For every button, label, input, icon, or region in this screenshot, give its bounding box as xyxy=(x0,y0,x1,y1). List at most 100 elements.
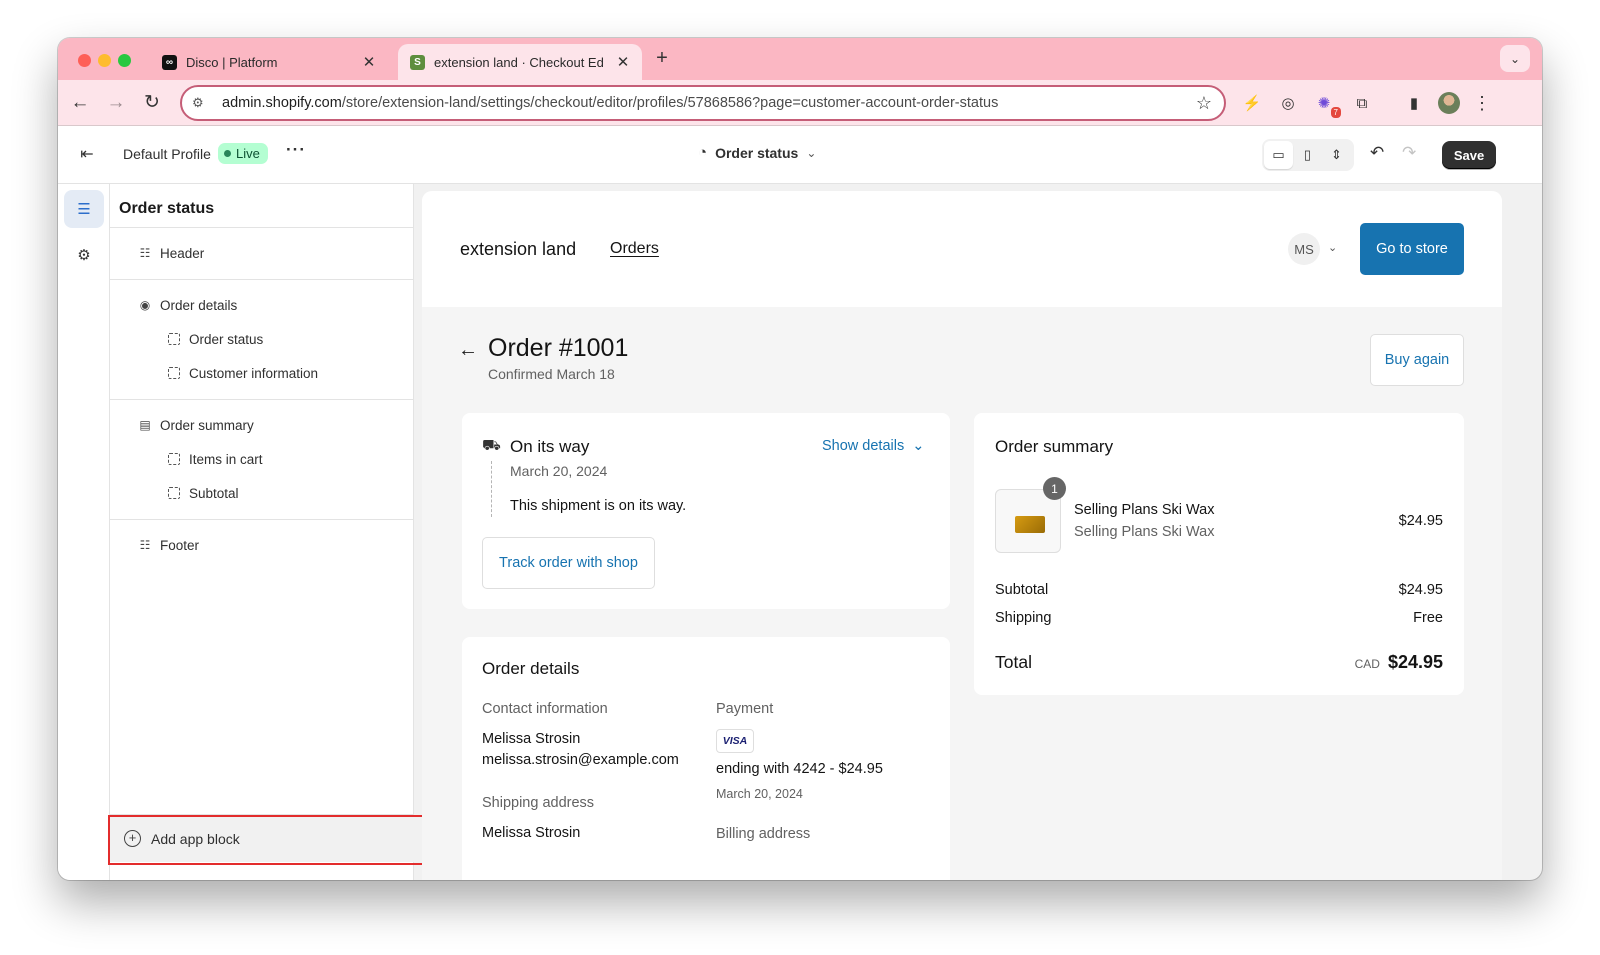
billing-address-label: Billing address xyxy=(716,826,811,842)
url-path: /store/extension-land/settings/checkout/… xyxy=(341,95,999,111)
sidebar-item-order-summary[interactable]: ▤ Order summary xyxy=(110,411,413,439)
visa-card-icon: VISA xyxy=(716,729,754,753)
desktop-view-button[interactable]: ▭ xyxy=(1264,141,1293,169)
go-to-store-button[interactable]: Go to store xyxy=(1360,223,1464,275)
sidebar-item-label: Subtotal xyxy=(189,485,239,501)
desktop-icon: ▭ xyxy=(1272,147,1285,162)
total-value: $24.95 xyxy=(1387,652,1443,672)
chevron-down-icon[interactable]: ⌄ xyxy=(1328,241,1337,254)
address-bar[interactable]: ⚙ admin.shopify.com/store/extension-land… xyxy=(180,85,1226,121)
contact-name: Melissa Strosin xyxy=(482,731,581,747)
add-app-block-label: Add app block xyxy=(151,830,240,847)
payment-label: Payment xyxy=(716,701,774,717)
order-summary-title: Order summary xyxy=(995,437,1114,456)
fullscreen-view-button[interactable]: ⇕ xyxy=(1322,141,1351,169)
person-circle-icon: ◉ xyxy=(139,298,151,312)
sidebar-item-items-in-cart[interactable]: Items in cart xyxy=(110,445,413,473)
new-tab-button[interactable]: + xyxy=(650,47,674,70)
extension-icon[interactable]: ⚡ xyxy=(1240,91,1264,115)
profile-avatar[interactable] xyxy=(1438,92,1460,114)
page-selector-label: Order status xyxy=(715,144,799,161)
maximize-window-button[interactable] xyxy=(118,54,131,67)
shopify-favicon-icon: S xyxy=(410,54,425,70)
total-row: Total CAD $24.95 xyxy=(995,652,1443,673)
chevron-down-icon: ⌄ xyxy=(1509,51,1521,66)
shipment-card: ⛟ On its way March 20, 2024 This shipmen… xyxy=(462,413,950,609)
block-icon xyxy=(166,365,182,381)
sidebar-item-order-details[interactable]: ◉ Order details xyxy=(110,291,413,319)
reload-icon[interactable]: ↻ xyxy=(140,91,164,115)
back-arrow-icon[interactable]: ← xyxy=(458,339,478,362)
sidebar-item-header[interactable]: ☷ Header xyxy=(110,239,413,267)
settings-gear-icon[interactable]: ⚙ xyxy=(64,236,104,274)
live-status-badge: Live xyxy=(218,143,268,164)
order-title: Order #1001 xyxy=(488,334,629,362)
sections-icon[interactable]: ☰ xyxy=(64,190,104,228)
page-selector[interactable]: ◔ Order status ⌄ xyxy=(698,144,816,161)
back-arrow-icon[interactable]: ← xyxy=(68,91,92,115)
checkout-preview: extension land Orders MS ⌄ Go to store ←… xyxy=(422,191,1502,880)
subtotal-row: Subtotal $24.95 xyxy=(995,582,1443,598)
tab-search-button[interactable]: ⌄ xyxy=(1500,45,1530,72)
sidebar-item-label: Order status xyxy=(189,331,264,347)
close-tab-icon[interactable]: ✕ xyxy=(358,53,380,71)
sidebar-item-footer[interactable]: ☷ Footer xyxy=(110,531,413,559)
subtotal-value: $24.95 xyxy=(1398,582,1443,598)
site-settings-icon[interactable]: ⚙ xyxy=(192,95,214,111)
extension-icon[interactable]: ✺ 7 xyxy=(1312,91,1341,118)
close-tab-icon[interactable]: ✕ xyxy=(612,53,634,71)
undo-icon[interactable]: ↶ xyxy=(1370,143,1384,163)
minimize-window-button[interactable] xyxy=(98,54,111,67)
product-name: Selling Plans Ski Wax xyxy=(1074,502,1215,518)
browser-menu-icon[interactable]: ⋮ xyxy=(1472,91,1492,115)
extension-icon[interactable]: ◎ xyxy=(1276,91,1300,115)
block-icon xyxy=(166,451,182,467)
order-details-title: Order details xyxy=(482,659,580,678)
close-window-button[interactable] xyxy=(78,54,91,67)
sidebar-item-label: Customer information xyxy=(189,365,319,381)
sidebar-item-customer-information[interactable]: Customer information xyxy=(110,359,413,387)
payment-details: ending with 4242 - $24.95 xyxy=(716,761,883,777)
shipping-value: Free xyxy=(1413,610,1443,626)
save-button[interactable]: Save xyxy=(1442,141,1496,169)
buy-again-button[interactable]: Buy again xyxy=(1370,334,1464,386)
show-details-link[interactable]: Show details ⌄ xyxy=(822,438,924,454)
bookmark-star-icon[interactable]: ☆ xyxy=(1196,93,1212,114)
more-actions-button[interactable]: ··· xyxy=(286,140,306,160)
sidebar-item-subtotal[interactable]: Subtotal xyxy=(110,479,413,507)
extensions-puzzle-icon[interactable]: ⧉ xyxy=(1350,91,1374,115)
redo-icon[interactable]: ↷ xyxy=(1402,143,1416,163)
chevron-down-icon: ⌄ xyxy=(806,145,817,160)
orders-link[interactable]: Orders xyxy=(610,240,659,258)
mobile-view-button[interactable]: ▯ xyxy=(1293,141,1322,169)
url-host: admin.shopify.com xyxy=(222,95,342,111)
editor-rail: ☰ ⚙ xyxy=(58,184,110,880)
order-confirmed-date: Confirmed March 18 xyxy=(488,366,615,382)
add-app-block-button[interactable]: + Add app block xyxy=(110,814,414,862)
layout-footer-icon: ☷ xyxy=(139,538,151,552)
exit-editor-icon[interactable]: ⇤ xyxy=(76,144,98,166)
browser-tab-disco[interactable]: ∞ Disco | Platform ✕ xyxy=(148,44,388,80)
sidebar-item-order-status[interactable]: Order status xyxy=(110,325,413,353)
block-icon xyxy=(166,331,182,347)
editor-top-bar: ⇤ Default Profile Live ··· ◔ Order statu… xyxy=(58,126,1542,184)
product-price: $24.95 xyxy=(1398,513,1443,529)
profile-name: Default Profile xyxy=(123,146,211,162)
account-avatar[interactable]: MS xyxy=(1288,233,1320,265)
shipment-message: This shipment is on its way. xyxy=(510,498,687,514)
shipping-address-label: Shipping address xyxy=(482,795,595,811)
total-currency: CAD xyxy=(1354,657,1380,671)
live-label: Live xyxy=(236,146,260,161)
divider xyxy=(110,227,413,228)
timeline-line xyxy=(491,461,492,517)
track-order-button[interactable]: Track order with shop xyxy=(482,537,655,589)
side-panel-icon[interactable]: ▮ xyxy=(1402,91,1426,115)
browser-tab-checkout-editor[interactable]: S extension land · Checkout Ed ✕ xyxy=(398,44,642,80)
forward-arrow-icon[interactable]: → xyxy=(104,91,128,115)
order-summary-card: Order summary 1 Selling Plans Ski Wax Se… xyxy=(974,413,1464,695)
contact-email: melissa.strosin@example.com xyxy=(482,752,679,768)
divider xyxy=(110,519,413,520)
total-amount: CAD $24.95 xyxy=(1355,652,1443,673)
layout-header-icon: ☷ xyxy=(139,246,151,260)
quantity-badge: 1 xyxy=(1043,477,1066,500)
